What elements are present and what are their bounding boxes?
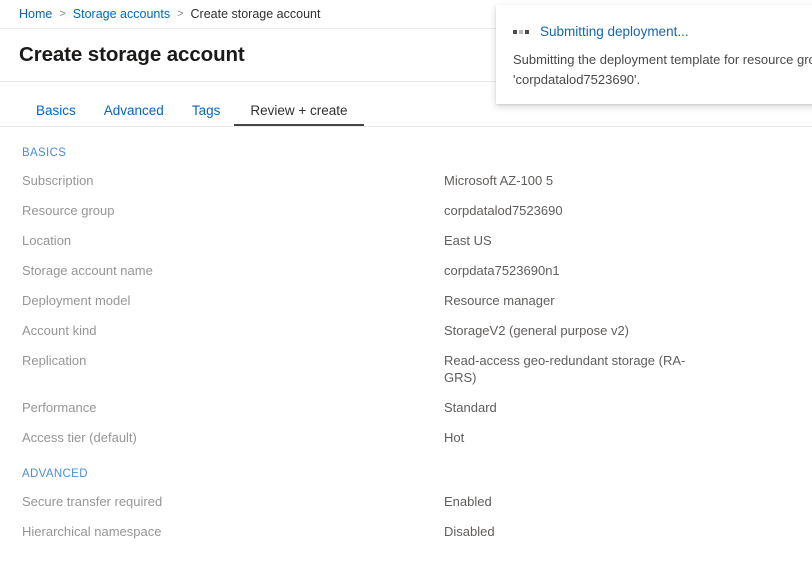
tab-review-create[interactable]: Review + create (234, 103, 363, 126)
row-value-location: East US (444, 232, 492, 249)
breadcrumb-separator-icon: > (177, 8, 183, 20)
section-heading-advanced: ADVANCED (22, 468, 812, 480)
row-value-performance: Standard (444, 399, 497, 416)
summary-row: Hierarchical namespace Disabled (22, 523, 812, 540)
row-label-account-kind: Account kind (22, 322, 444, 339)
summary-row: Replication Read-access geo-redundant st… (22, 352, 812, 386)
summary-row: Deployment model Resource manager (22, 292, 812, 309)
summary-row: Performance Standard (22, 399, 812, 416)
row-label-storage-account-name: Storage account name (22, 262, 444, 279)
summary-row: Subscription Microsoft AZ-100 5 (22, 172, 812, 189)
summary-row: Account kind StorageV2 (general purpose … (22, 322, 812, 339)
notification-title[interactable]: Submitting deployment... (540, 24, 689, 39)
summary-row: Access tier (default) Hot (22, 429, 812, 446)
row-value-access-tier: Hot (444, 429, 464, 446)
row-label-resource-group: Resource group (22, 202, 444, 219)
tab-advanced[interactable]: Advanced (90, 103, 178, 126)
row-label-performance: Performance (22, 399, 444, 416)
row-label-hierarchical-namespace: Hierarchical namespace (22, 523, 444, 540)
row-label-access-tier: Access tier (default) (22, 429, 444, 446)
row-label-location: Location (22, 232, 444, 249)
breadcrumb-item-home[interactable]: Home (19, 7, 52, 21)
summary-row: Location East US (22, 232, 812, 249)
row-label-replication: Replication (22, 352, 444, 386)
row-label-subscription: Subscription (22, 172, 444, 189)
row-value-replication: Read-access geo-redundant storage (RA-GR… (444, 352, 694, 386)
page-title: Create storage account (19, 43, 245, 67)
section-heading-basics: BASICS (22, 147, 812, 159)
summary-row: Secure transfer required Enabled (22, 493, 812, 510)
notification-header: Submitting deployment... (513, 24, 812, 39)
review-summary: BASICS Subscription Microsoft AZ-100 5 R… (0, 127, 812, 540)
row-value-account-kind: StorageV2 (general purpose v2) (444, 322, 629, 339)
notification-message: Submitting the deployment template for r… (513, 50, 812, 90)
breadcrumb-item-create-storage-account: Create storage account (191, 7, 321, 21)
row-label-secure-transfer-required: Secure transfer required (22, 493, 444, 510)
notification-toast[interactable]: Submitting deployment... Submitting the … (496, 5, 812, 104)
row-value-secure-transfer-required: Enabled (444, 493, 492, 510)
tab-basics[interactable]: Basics (22, 103, 90, 126)
tab-tags[interactable]: Tags (178, 103, 235, 126)
summary-row: Storage account name corpdata7523690n1 (22, 262, 812, 279)
loading-dots-icon (513, 30, 529, 34)
row-value-hierarchical-namespace: Disabled (444, 523, 495, 540)
row-value-resource-group: corpdatalod7523690 (444, 202, 563, 219)
row-value-storage-account-name: corpdata7523690n1 (444, 262, 560, 279)
summary-row: Resource group corpdatalod7523690 (22, 202, 812, 219)
breadcrumb-separator-icon: > (59, 8, 65, 20)
breadcrumb-item-storage-accounts[interactable]: Storage accounts (73, 7, 170, 21)
row-value-subscription: Microsoft AZ-100 5 (444, 172, 553, 189)
row-value-deployment-model: Resource manager (444, 292, 555, 309)
row-label-deployment-model: Deployment model (22, 292, 444, 309)
